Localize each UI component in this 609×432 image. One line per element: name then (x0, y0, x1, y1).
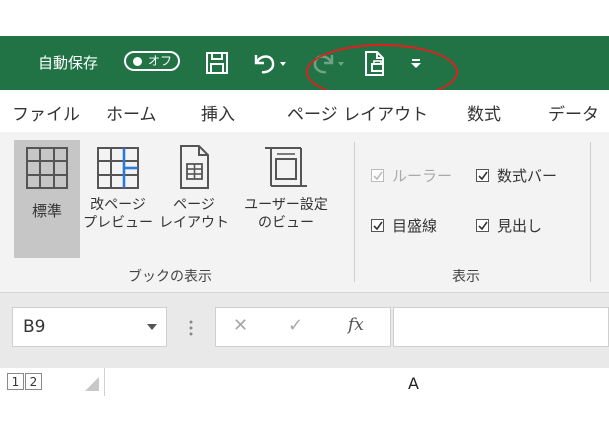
group-divider (590, 142, 591, 282)
insert-function-button[interactable]: fx (348, 315, 364, 335)
group-divider (354, 142, 355, 282)
custom-views-icon (265, 147, 307, 187)
ribbon-view: 標準 改ページ プレビュー ページ レイアウト ユーザー設定 のビュー ブックの… (0, 132, 609, 293)
check-icon (373, 171, 383, 181)
tab-data[interactable]: データ (548, 100, 599, 125)
ruler-checkbox: ルーラー (371, 165, 452, 186)
headings-checkbox[interactable]: 見出し (476, 215, 542, 236)
check-icon (478, 221, 488, 231)
page-layout-view-button[interactable]: ページ レイアウト (156, 140, 232, 258)
gridlines-checkbox[interactable]: 目盛線 (371, 215, 437, 236)
sheet-header-row: 1 2 A (0, 368, 609, 396)
drag-handle-icon[interactable] (188, 319, 194, 337)
autosave-toggle[interactable]: オフ (124, 51, 180, 71)
tab-home[interactable]: ホーム (106, 100, 157, 125)
page-layout-view-label: ページ レイアウト (159, 197, 229, 231)
page-layout-view-icon (180, 145, 209, 189)
normal-view-label: 標準 (31, 202, 62, 220)
select-all-triangle-icon[interactable] (84, 376, 100, 392)
column-divider (104, 368, 105, 396)
autosave-label: 自動保存 (38, 54, 99, 72)
tab-page-layout[interactable]: ページ レイアウト (287, 100, 428, 125)
gridlines-label: 目盛線 (392, 217, 438, 235)
column-header-a[interactable]: A (408, 374, 419, 393)
tab-insert[interactable]: 挿入 (201, 100, 235, 125)
show-group-label: 表示 (452, 269, 480, 285)
gridlines-checkbox-box[interactable] (371, 219, 384, 232)
print-preview-icon (365, 51, 384, 76)
views-group-label: ブックの表示 (128, 269, 212, 285)
headings-label: 見出し (497, 217, 543, 235)
page-break-preview-icon (97, 147, 139, 189)
redo-icon (313, 55, 344, 74)
formula-bar-checkbox[interactable]: 数式バー (476, 165, 557, 186)
ruler-checkbox-box (371, 169, 384, 182)
print-preview-button[interactable] (362, 50, 388, 78)
formula-bar-label: 数式バー (497, 167, 558, 185)
custom-views-label: ユーザー設定 のビュー (244, 197, 328, 231)
ribbon-tabs: ファイル ホーム 挿入 ページ レイアウト 数式 データ (0, 90, 609, 133)
custom-views-button[interactable]: ユーザー設定 のビュー (232, 140, 340, 258)
check-icon (478, 171, 488, 181)
save-icon (206, 52, 228, 74)
tab-formulas[interactable]: 数式 (467, 100, 501, 125)
undo-button[interactable] (250, 50, 290, 76)
formula-bar: B9 ✕ ✓ fx (0, 293, 609, 368)
customize-dropdown-icon (411, 59, 421, 68)
outline-level-2-button[interactable]: 2 (25, 373, 42, 390)
normal-view-button[interactable]: 標準 (14, 140, 80, 258)
name-box[interactable]: B9 (12, 307, 167, 347)
toggle-knob (133, 57, 142, 66)
customize-qat-button[interactable] (408, 58, 424, 70)
undo-icon (254, 55, 286, 74)
headings-checkbox-box[interactable] (476, 219, 489, 232)
outline-level-1-button[interactable]: 1 (7, 373, 24, 390)
cancel-icon[interactable]: ✕ (233, 315, 248, 336)
redo-button (302, 50, 346, 76)
autosave-state: オフ (148, 54, 173, 68)
page-break-preview-label: 改ページ プレビュー (83, 197, 153, 231)
enter-icon[interactable]: ✓ (288, 315, 303, 336)
check-icon (373, 221, 383, 231)
name-box-value: B9 (23, 317, 46, 337)
normal-view-icon (26, 147, 68, 189)
tab-file[interactable]: ファイル (12, 100, 80, 125)
formula-input[interactable] (393, 307, 609, 347)
chevron-down-icon[interactable] (146, 323, 158, 331)
quick-access-toolbar: 自動保存 オフ (0, 36, 609, 90)
formula-buttons: ✕ ✓ fx (215, 307, 391, 347)
save-button[interactable] (204, 50, 230, 76)
page-break-preview-button[interactable]: 改ページ プレビュー (80, 140, 156, 258)
formula-bar-checkbox-box[interactable] (476, 169, 489, 182)
ruler-label: ルーラー (392, 167, 453, 185)
